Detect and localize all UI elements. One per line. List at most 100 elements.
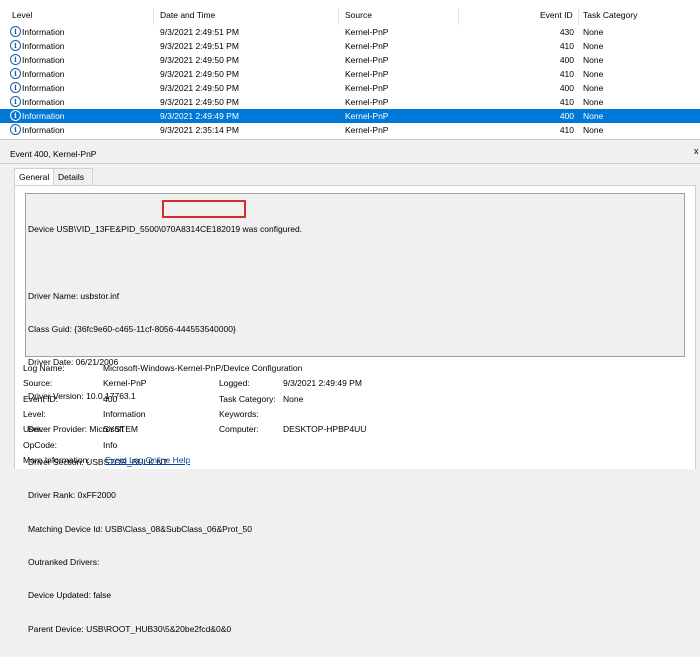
message-line: Outranked Drivers: (28, 557, 100, 567)
information-icon: i (10, 96, 21, 107)
row-level: Information (22, 97, 65, 107)
event-row[interactable]: i Information 9/3/2021 2:49:50 PM Kernel… (0, 53, 700, 67)
user-label: User: (23, 424, 44, 434)
task-category-label: Task Category: (219, 394, 276, 404)
row-date: 9/3/2021 2:49:51 PM (160, 27, 239, 37)
message-line: Matching Device Id: USB\Class_08&SubClas… (28, 523, 252, 534)
logged-value: 9/3/2021 2:49:49 PM (283, 378, 362, 388)
row-task-category: None (583, 27, 604, 37)
information-icon: i (10, 124, 21, 135)
task-category-value: None (283, 394, 304, 404)
row-date: 9/3/2021 2:49:50 PM (160, 55, 239, 65)
information-icon: i (10, 82, 21, 93)
row-source: Kernel-PnP (345, 111, 389, 121)
column-header-source[interactable]: Source (345, 10, 372, 20)
tab-general[interactable]: General (14, 168, 55, 186)
general-panel: Device USB\VID_13FE&PID_5500\070A8314CE1… (14, 185, 696, 634)
event-description[interactable]: Device USB\VID_13FE&PID_5500\070A8314CE1… (25, 193, 685, 634)
event-id-label: Event ID: (23, 394, 58, 404)
information-icon: i (10, 26, 21, 37)
column-header-date[interactable]: Date and Time (160, 10, 215, 20)
message-line: Driver Provider: Microsoft (28, 423, 124, 434)
message-line: Class Guid: {36fc9e60-c465-11cf-8056-444… (28, 324, 236, 335)
column-header-task-category[interactable]: Task Category (583, 10, 637, 20)
row-source: Kernel-PnP (345, 69, 389, 79)
row-task-category: None (583, 97, 604, 107)
information-icon: i (10, 110, 21, 121)
row-source: Kernel-PnP (345, 125, 389, 135)
keywords-label: Keywords: (219, 409, 259, 419)
event-row[interactable]: i Information 9/3/2021 2:49:51 PM Kernel… (0, 25, 700, 39)
event-description-text: Device USB\VID_13FE&PID_5500\070A8314CE1… (28, 202, 302, 657)
row-date: 9/3/2021 2:49:51 PM (160, 41, 239, 51)
column-divider[interactable] (338, 8, 339, 25)
row-event-id: 400 (559, 111, 574, 121)
event-row[interactable]: i Information 9/3/2021 2:49:50 PM Kernel… (0, 81, 700, 95)
row-level: Information (22, 27, 65, 37)
column-divider[interactable] (458, 8, 459, 25)
event-detail-header: Event 400, Kernel-PnP x (0, 145, 700, 164)
information-icon: i (10, 40, 21, 51)
row-level: Information (22, 55, 65, 65)
row-level: Information (22, 111, 65, 121)
row-task-category: None (583, 69, 604, 79)
row-level: Information (22, 125, 65, 135)
row-task-category: None (583, 83, 604, 93)
source-label: Source: (23, 378, 53, 388)
more-info-label: More Information: (23, 455, 90, 465)
row-date: 9/3/2021 2:49:50 PM (160, 97, 239, 107)
row-task-category: None (583, 55, 604, 65)
row-level: Information (22, 69, 65, 79)
level-label: Level: (23, 409, 46, 419)
column-divider[interactable] (578, 8, 579, 25)
event-row[interactable]: i Information 9/3/2021 2:49:51 PM Kernel… (0, 39, 700, 53)
row-event-id: 400 (559, 55, 574, 65)
logged-label: Logged: (219, 378, 250, 388)
event-log-online-help-link[interactable]: Event Log Online Help (105, 455, 190, 465)
log-name-label: Log Name: (23, 363, 65, 373)
row-level: Information (22, 83, 65, 93)
row-task-category: None (583, 125, 604, 135)
opcode-label: OpCode: (23, 440, 58, 450)
row-source: Kernel-PnP (345, 83, 389, 93)
event-row[interactable]: i Information 9/3/2021 2:49:50 PM Kernel… (0, 95, 700, 109)
row-date: 9/3/2021 2:49:49 PM (160, 111, 239, 121)
event-list-header: Level Date and Time Source Event ID Task… (0, 8, 700, 25)
event-row[interactable]: i Information 9/3/2021 2:35:14 PM Kernel… (0, 123, 700, 137)
row-event-id: 410 (559, 97, 574, 107)
row-source: Kernel-PnP (345, 41, 389, 51)
computer-label: Computer: (219, 424, 259, 434)
row-source: Kernel-PnP (345, 55, 389, 65)
column-header-event-id[interactable]: Event ID (540, 10, 573, 20)
message-line: Driver Name: usbstor.inf (28, 290, 120, 301)
user-value: SYSTEM (103, 424, 138, 434)
close-icon[interactable]: x (694, 146, 699, 156)
log-name-value: Microsoft-Windows-Kernel-PnP/Device Conf… (103, 363, 303, 373)
column-header-level[interactable]: Level (12, 10, 32, 20)
opcode-value: Info (103, 440, 118, 450)
row-level: Information (22, 41, 65, 51)
event-list: Level Date and Time Source Event ID Task… (0, 0, 700, 140)
row-date: 9/3/2021 2:49:50 PM (160, 69, 239, 79)
row-event-id: 410 (559, 41, 574, 51)
source-value: Kernel-PnP (103, 378, 147, 388)
event-detail-title: Event 400, Kernel-PnP (10, 149, 97, 159)
computer-value: DESKTOP-HPBP4UU (283, 424, 367, 434)
message-line: Device USB\VID_13FE&PID_5500\070A8314CE1… (28, 224, 303, 235)
row-event-id: 430 (559, 27, 574, 37)
highlight-box (162, 200, 246, 218)
column-divider[interactable] (153, 8, 154, 25)
row-event-id: 410 (559, 125, 574, 135)
event-row[interactable]: i Information 9/3/2021 2:49:50 PM Kernel… (0, 67, 700, 81)
row-date: 9/3/2021 2:49:50 PM (160, 83, 239, 93)
row-event-id: 400 (559, 83, 574, 93)
event-row-selected[interactable]: i Information 9/3/2021 2:49:49 PM Kernel… (0, 109, 700, 123)
event-id-value: 400 (103, 394, 118, 404)
tab-details[interactable]: Details (53, 168, 93, 185)
row-source: Kernel-PnP (345, 97, 389, 107)
message-line: Parent Device: USB\ROOT_HUB30\5&20be2fcd… (28, 623, 232, 634)
row-task-category: None (583, 41, 604, 51)
row-event-id: 410 (559, 69, 574, 79)
row-source: Kernel-PnP (345, 27, 389, 37)
message-line: Device Updated: false (28, 590, 112, 601)
